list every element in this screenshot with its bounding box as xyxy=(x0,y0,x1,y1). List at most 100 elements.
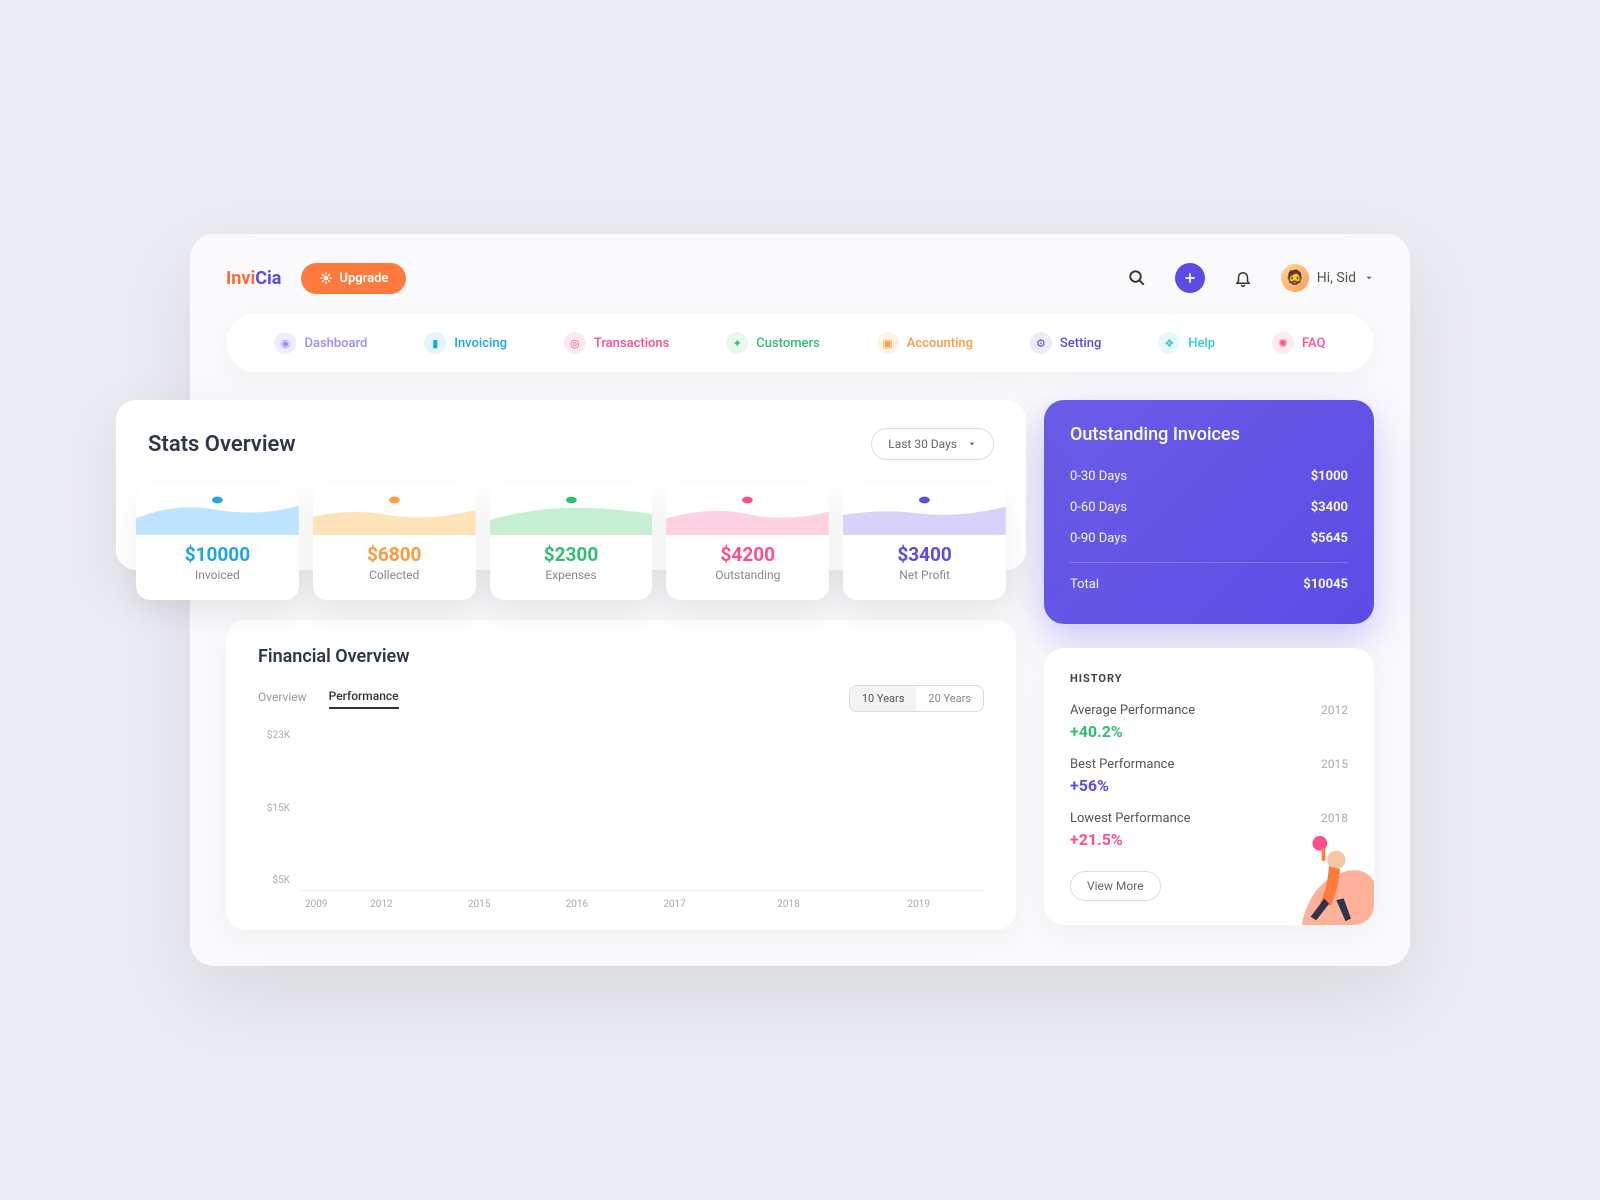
outstanding-row: 0-90 Days$5645 xyxy=(1070,523,1348,554)
history-item-title: Lowest Performance xyxy=(1070,811,1190,826)
history-title: HISTORY xyxy=(1070,672,1348,685)
date-range-dropdown[interactable]: Last 30 Days xyxy=(871,428,994,460)
y-tick: $15K xyxy=(258,803,290,814)
nav-dashboard[interactable]: ◉ Dashboard xyxy=(274,332,367,354)
stat-label: Expenses xyxy=(490,568,653,582)
stat-card-invoiced[interactable]: $10000 Invoiced xyxy=(136,485,299,600)
stat-card-collected[interactable]: $6800 Collected xyxy=(313,485,476,600)
year-segment: 10 Years 20 Years xyxy=(849,685,984,712)
segment-20-years[interactable]: 20 Years xyxy=(916,686,983,711)
chevron-down-icon xyxy=(1364,273,1374,283)
x-tick: 2015 xyxy=(430,899,528,910)
avatar: 🧔 xyxy=(1281,264,1309,292)
add-button[interactable] xyxy=(1175,263,1205,293)
plus-icon xyxy=(1183,271,1197,285)
nav-faq[interactable]: ✺ FAQ xyxy=(1272,332,1326,354)
sparkline xyxy=(666,485,829,535)
tab-performance[interactable]: Performance xyxy=(329,689,399,709)
nav-accounting[interactable]: ▣Accounting xyxy=(877,332,973,354)
stats-overview-card: Stats Overview Last 30 Days $10000 Invoi… xyxy=(116,400,1026,570)
y-tick: $23K xyxy=(258,730,290,741)
stat-card-expenses[interactable]: $2300 Expenses xyxy=(490,485,653,600)
dashboard-icon: ◉ xyxy=(274,332,296,354)
x-tick: 2012 xyxy=(333,899,431,910)
sparkle-icon xyxy=(319,271,333,285)
outstanding-title: Outstanding Invoices xyxy=(1070,424,1348,445)
nav-help[interactable]: ❖Help xyxy=(1158,332,1215,354)
sparkline xyxy=(136,485,299,535)
help-icon: ❖ xyxy=(1158,332,1180,354)
x-tick: 2018 xyxy=(723,899,853,910)
stat-value: $10000 xyxy=(136,543,299,566)
history-item-year: 2015 xyxy=(1321,757,1348,771)
notifications-button[interactable] xyxy=(1227,262,1259,294)
search-button[interactable] xyxy=(1121,262,1153,294)
x-tick: 2019 xyxy=(854,899,984,910)
outstanding-total-row: Total $10045 xyxy=(1070,562,1348,600)
main-nav: ◉ Dashboard ▮ Invoicing ◎ Transactions ✦Cus… xyxy=(226,314,1374,372)
financial-title: Financial Overview xyxy=(258,646,984,667)
outstanding-invoices-card: Outstanding Invoices 0-30 Days$10000-60 … xyxy=(1044,400,1374,624)
x-tick: 2017 xyxy=(626,899,724,910)
nav-label: Accounting xyxy=(907,336,973,351)
history-row: Best Performance+56% 2015 xyxy=(1070,757,1348,795)
view-more-button[interactable]: View More xyxy=(1070,871,1161,901)
nav-transactions[interactable]: ◎ Transactions xyxy=(564,332,670,354)
y-tick: $5K xyxy=(258,875,290,886)
bars-area: 2009201220152016201720182019 xyxy=(300,730,984,910)
faq-icon: ✺ xyxy=(1272,332,1294,354)
nav-setting[interactable]: ⚙Setting xyxy=(1030,332,1101,354)
nav-label: Setting xyxy=(1060,336,1101,351)
history-item-pct: +40.2% xyxy=(1070,722,1195,741)
left-column: Stats Overview Last 30 Days $10000 Invoi… xyxy=(226,400,1016,930)
stat-card-net profit[interactable]: $3400 Net Profit xyxy=(843,485,1006,600)
history-item-year: 2018 xyxy=(1321,811,1348,825)
upgrade-label: Upgrade xyxy=(339,271,388,286)
transactions-icon: ◎ xyxy=(564,332,586,354)
bars-row xyxy=(300,730,984,891)
stats-header: Stats Overview Last 30 Days xyxy=(148,428,994,460)
nav-invoicing[interactable]: ▮ Invoicing xyxy=(424,332,507,354)
user-greeting: Hi, Sid xyxy=(1317,270,1356,286)
segment-10-years[interactable]: 10 Years xyxy=(850,686,917,711)
financial-overview-card: Financial Overview Overview Performance … xyxy=(226,620,1016,930)
range-label: Last 30 Days xyxy=(888,437,957,451)
nav-label: FAQ xyxy=(1302,336,1326,351)
person-illustration xyxy=(1274,825,1374,925)
sparkline xyxy=(313,485,476,535)
stat-label: Collected xyxy=(313,568,476,582)
tab-overview[interactable]: Overview xyxy=(258,690,307,708)
bell-icon xyxy=(1234,269,1252,287)
stat-value: $4200 xyxy=(666,543,829,566)
outstanding-value: $1000 xyxy=(1311,469,1348,484)
stat-card-outstanding[interactable]: $4200 Outstanding xyxy=(666,485,829,600)
stats-title: Stats Overview xyxy=(148,432,296,457)
search-icon xyxy=(1128,269,1146,287)
nav-label: Dashboard xyxy=(304,336,367,351)
sparkline xyxy=(843,485,1006,535)
stat-mini-cards: $10000 Invoiced $6800 Collected $2300 Ex… xyxy=(136,485,1006,600)
brand-part-2: Cia xyxy=(255,268,281,289)
content: Stats Overview Last 30 Days $10000 Invoi… xyxy=(190,372,1410,930)
x-tick: 2016 xyxy=(528,899,626,910)
invoicing-icon: ▮ xyxy=(424,332,446,354)
chevron-down-icon xyxy=(967,439,977,449)
outstanding-rows: 0-30 Days$10000-60 Days$34000-90 Days$56… xyxy=(1070,461,1348,554)
outstanding-label: 0-30 Days xyxy=(1070,469,1127,484)
outstanding-value: $3400 xyxy=(1311,500,1348,515)
stat-label: Invoiced xyxy=(136,568,299,582)
nav-customers[interactable]: ✦Customers xyxy=(726,332,820,354)
outstanding-label: 0-90 Days xyxy=(1070,531,1127,546)
stat-value: $6800 xyxy=(313,543,476,566)
history-item-title: Average Performance xyxy=(1070,703,1195,718)
nav-label: Transactions xyxy=(594,336,670,351)
user-menu[interactable]: 🧔 Hi, Sid xyxy=(1281,264,1374,292)
brand-logo: InviCia xyxy=(226,268,281,289)
total-label: Total xyxy=(1070,577,1099,592)
sparkline xyxy=(490,485,653,535)
upgrade-button[interactable]: Upgrade xyxy=(301,263,406,294)
stat-value: $3400 xyxy=(843,543,1006,566)
stat-label: Outstanding xyxy=(666,568,829,582)
nav-label: Invoicing xyxy=(454,336,507,351)
history-item-title: Best Performance xyxy=(1070,757,1174,772)
